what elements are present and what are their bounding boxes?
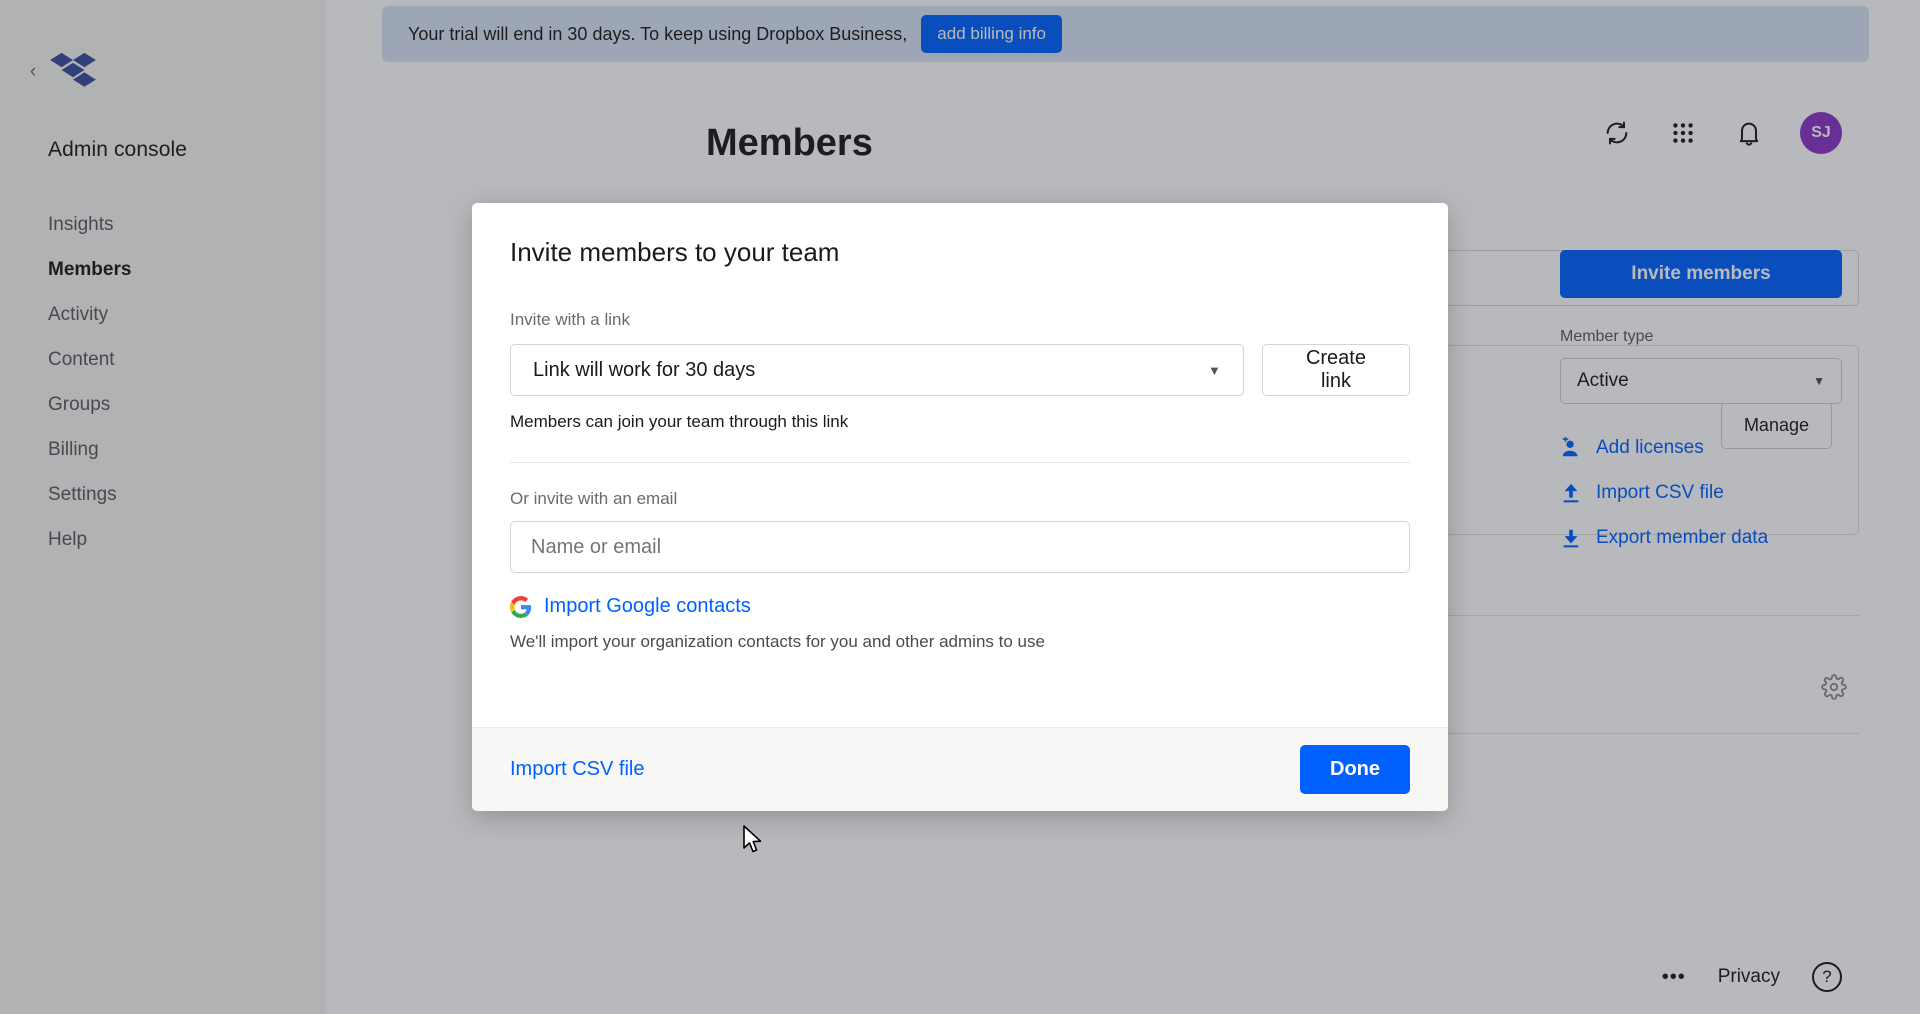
link-hint-text: Members can join your team through this … (510, 412, 849, 431)
invite-with-link-label: Invite with a link (510, 310, 630, 329)
chevron-down-icon: ▼ (1208, 362, 1221, 378)
invite-members-modal: Invite members to your team Invite with … (472, 203, 1448, 811)
email-input[interactable] (510, 521, 1410, 573)
modal-import-csv-link[interactable]: Import CSV file (510, 758, 644, 781)
modal-divider (510, 462, 1410, 463)
modal-footer: Import CSV file Done (472, 727, 1448, 811)
link-duration-select[interactable]: Link will work for 30 days ▼ (510, 344, 1244, 396)
google-icon (510, 595, 532, 618)
done-button[interactable]: Done (1300, 745, 1410, 794)
create-link-button[interactable]: Create link (1261, 344, 1410, 396)
modal-body: Invite members to your team Invite with … (472, 203, 1448, 727)
invite-link-row: Link will work for 30 days ▼ Create link (510, 344, 1410, 396)
modal-title: Invite members to your team (510, 237, 840, 267)
link-duration-value: Link will work for 30 days (533, 358, 756, 381)
invite-with-email-label: Or invite with an email (510, 489, 678, 508)
import-google-contacts-label: Import Google contacts (544, 595, 751, 617)
google-contacts-hint: We'll import your organization contacts … (510, 632, 1045, 651)
app-root: ‹ Admin console Insights Members Activit… (0, 0, 1920, 1014)
import-google-contacts-link[interactable]: Import Google contacts (510, 595, 1410, 618)
